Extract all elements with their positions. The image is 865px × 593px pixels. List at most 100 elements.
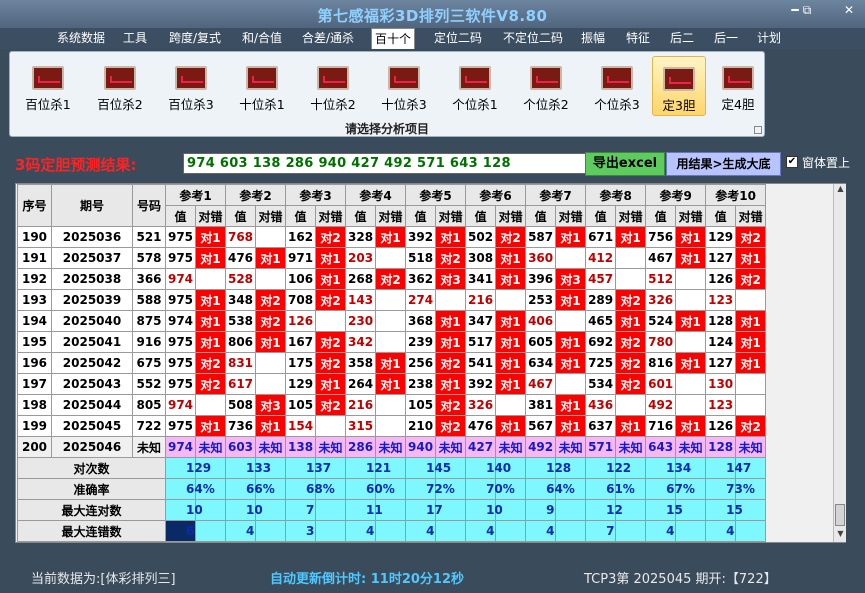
ref-result — [435, 289, 467, 311]
menu-item-11[interactable]: 后二 — [666, 28, 698, 49]
menu-item-3[interactable]: 跨度/复式 — [162, 28, 228, 49]
table-row[interactable]: 194 2025040 875 974 对1 538 对2 126 230 368 对1 347 对1 4… — [17, 310, 767, 332]
ref-value: 768 — [225, 226, 257, 248]
ribbon-button-9[interactable]: 个位杀3 — [584, 56, 650, 116]
ref-result: 对2 — [375, 268, 407, 290]
menu-item-1[interactable]: 系统数据 — [52, 28, 110, 49]
menu-item-12[interactable]: 后一 — [709, 28, 743, 49]
ref-result — [675, 394, 707, 416]
stats-label: 最大连对数 — [17, 499, 166, 521]
pred-value: 643 — [645, 436, 677, 458]
ribbon-button-label: 百位杀3 — [168, 97, 214, 112]
table-row[interactable]: 192 2025038 366 974 528 106 对1 268 对2 362 对3 341 对1 3… — [17, 268, 767, 290]
menu-item-9[interactable]: 振幅 — [576, 28, 610, 49]
scroll-down-icon[interactable]: ▼ — [834, 529, 847, 542]
ribbon-button-4[interactable]: 十位杀1 — [229, 56, 295, 116]
ref-value: 348 — [225, 289, 257, 311]
pred-status: 未知 — [615, 436, 647, 458]
ref-result: 对1 — [495, 373, 527, 395]
ribbon-button-8[interactable]: 个位杀2 — [513, 56, 579, 116]
ribbon-button-6[interactable]: 十位杀3 — [371, 56, 437, 116]
chart-icon — [32, 66, 64, 90]
ref-value: 128 — [705, 310, 737, 332]
vertical-scrollbar[interactable]: ▲ ▼ — [833, 184, 846, 542]
ref-value: 975 — [165, 226, 196, 248]
scroll-up-icon[interactable]: ▲ — [834, 184, 847, 197]
ref-result: 对1 — [555, 331, 587, 353]
ref-value: 975 — [165, 373, 196, 395]
ref-result: 对1 — [555, 352, 587, 374]
ribbon-button-5[interactable]: 十位杀2 — [300, 56, 366, 116]
menu-item-2[interactable]: 工具 — [119, 28, 151, 49]
menu-item-10[interactable]: 特征 — [621, 28, 655, 49]
column-header: 参考4 — [345, 184, 407, 206]
restore-icon[interactable]: ⧉ — [794, 3, 820, 18]
ref-value: 605 — [525, 331, 557, 353]
ref-result: 对1 — [735, 310, 767, 332]
table-row[interactable]: 191 2025037 578 975 对1 476 对1 971 对1 203 518 对2 308 对… — [17, 247, 767, 269]
ref-result: 对1 — [735, 247, 767, 269]
ribbon-expand-icon[interactable] — [754, 126, 762, 134]
ref-result: 对1 — [194, 226, 227, 248]
menu-item-8[interactable]: 不定位二码 — [496, 28, 570, 49]
menu-item-13[interactable]: 计划 — [753, 28, 785, 49]
ref-result — [255, 226, 287, 248]
menu-item-5[interactable]: 合差/通杀 — [297, 28, 359, 49]
ref-result: 对1 — [555, 289, 587, 311]
ref-result: 对1 — [615, 310, 647, 332]
row-number: 916 — [132, 331, 166, 353]
ref-value: 342 — [345, 331, 377, 353]
ref-result — [375, 289, 407, 311]
pred-value: 603 — [225, 436, 257, 458]
prediction-row[interactable]: 200 2025046 未知 974 未知 603 未知 138 未知 286 未知 940 未知 427… — [17, 436, 767, 458]
menu-item-6[interactable]: 百十个 — [371, 28, 415, 49]
table-row[interactable]: 195 2025041 916 975 对1 806 对1 167 对2 342 239 对1 517 对… — [17, 331, 767, 353]
hit-header: 对错 — [675, 205, 707, 227]
ref-value: 368 — [405, 310, 437, 332]
ref-value: 975 — [165, 289, 196, 311]
ref-value: 216 — [465, 289, 497, 311]
value-header: 值 — [645, 205, 677, 227]
ribbon-button-2[interactable]: 百位杀2 — [87, 56, 153, 116]
chart-icon — [459, 66, 491, 90]
menu-item-7[interactable]: 定位二码 — [428, 28, 488, 49]
column-header: 参考5 — [405, 184, 467, 206]
ribbon-button-11[interactable]: 定4胆 — [713, 56, 763, 116]
row-number: 366 — [132, 268, 166, 290]
hit-header: 对错 — [315, 205, 347, 227]
hit-header: 对错 — [735, 205, 767, 227]
table-row[interactable]: 199 2025045 722 975 对1 736 对1 154 315 210 对2 476 对1 5… — [17, 415, 767, 437]
menu-item-4[interactable]: 和/合值 — [236, 28, 288, 49]
ribbon-button-3[interactable]: 百位杀3 — [158, 56, 224, 116]
ref-result: 对1 — [194, 289, 227, 311]
ref-value: 143 — [345, 289, 377, 311]
ref-value: 974 — [165, 394, 196, 416]
ribbon-button-7[interactable]: 个位杀1 — [442, 56, 508, 116]
value-header: 值 — [405, 205, 437, 227]
ribbon-button-10[interactable]: 定3胆 — [652, 56, 706, 116]
chart-icon — [175, 66, 207, 90]
row-issue: 2025041 — [51, 331, 133, 353]
ref-value: 528 — [225, 268, 257, 290]
table-row[interactable]: 197 2025043 552 975 对2 617 129 对1 264 对1 238 对1 392 对… — [17, 373, 767, 395]
table-row[interactable]: 196 2025042 675 975 对2 831 175 对2 358 对1 256 对2 541 对… — [17, 352, 767, 374]
ref-value: 392 — [405, 226, 437, 248]
table-row[interactable]: 190 2025036 521 975 对1 768 162 对2 328 对1 392 对1 502 对… — [17, 226, 767, 248]
ref-result: 对1 — [555, 226, 587, 248]
table-row[interactable]: 193 2025039 588 975 对1 348 对2 708 对2 143 274 216 253… — [17, 289, 767, 311]
prediction-field[interactable]: 974 603 138 286 940 427 492 571 643 128 — [183, 153, 586, 174]
export-excel-button[interactable]: 导出excel — [585, 152, 665, 176]
ref-value: 975 — [165, 415, 196, 437]
stats-value: 15 — [726, 499, 767, 521]
close-icon[interactable]: ✕ — [836, 3, 862, 17]
stats-value: 64% — [186, 478, 227, 500]
generate-base-button[interactable]: 用结果>生成大底 — [666, 152, 781, 176]
scroll-thumb[interactable] — [835, 504, 845, 526]
table-row[interactable]: 198 2025044 805 974 508 对3 105 对2 216 105 对2 326 381… — [17, 394, 767, 416]
stats-value: 7 — [606, 520, 647, 542]
countdown-status: 自动更新倒计时: 11时20分12秒 — [270, 572, 464, 587]
stats-value: 12 — [606, 499, 647, 521]
stay-on-top-checkbox[interactable]: ✔ — [786, 156, 798, 168]
ref-result — [615, 394, 647, 416]
ribbon-button-1[interactable]: 百位杀1 — [15, 56, 81, 116]
